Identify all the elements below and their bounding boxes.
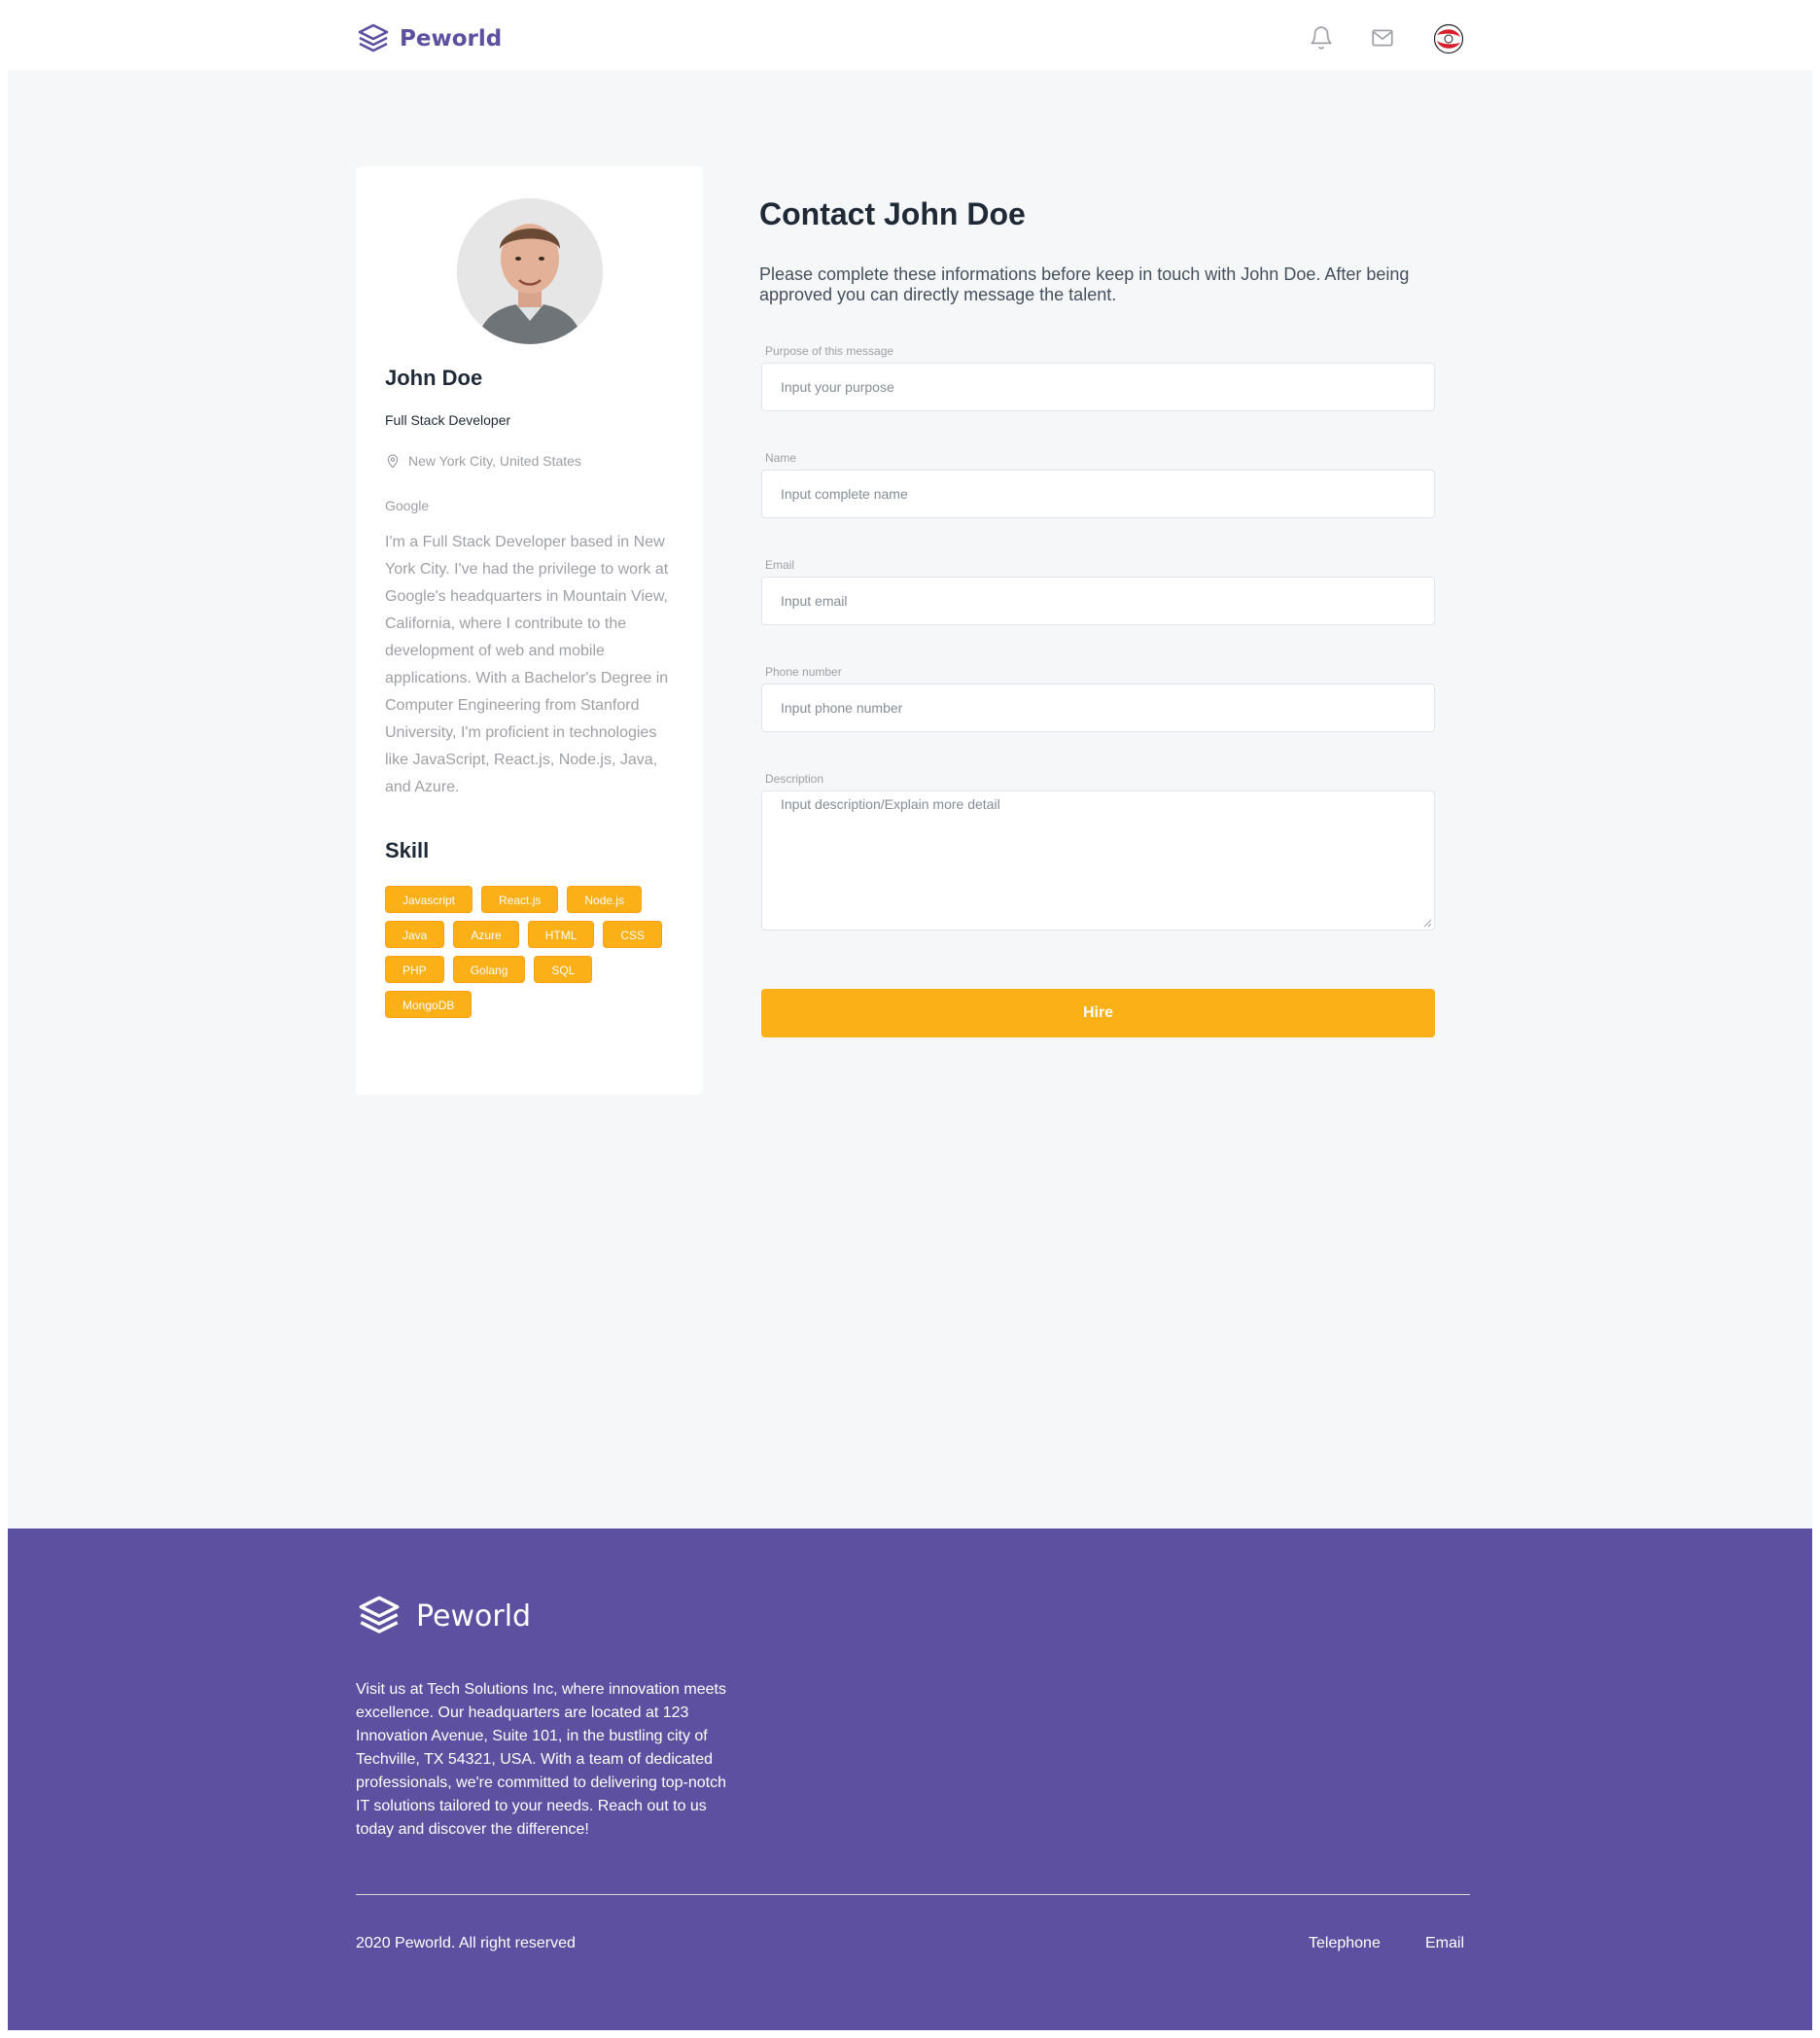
skill-badge: Azure xyxy=(453,921,519,948)
page: Peworld John Doe Full Stack Developer Ne… xyxy=(0,0,1820,2038)
skill-list: Javascript React.js Node.js Java Azure H… xyxy=(385,886,677,1018)
profile-location-text: New York City, United States xyxy=(408,453,581,469)
phone-input[interactable] xyxy=(761,684,1435,732)
phone-label: Phone number xyxy=(765,665,842,679)
skill-heading: Skill xyxy=(385,838,430,862)
brand-logo[interactable]: Peworld xyxy=(356,21,502,56)
skill-badge: CSS xyxy=(603,921,663,948)
profile-location: New York City, United States xyxy=(385,453,581,469)
email-input[interactable] xyxy=(761,577,1435,625)
layers-logo-icon xyxy=(358,23,389,53)
footer-telephone-link[interactable]: Telephone xyxy=(1309,1935,1381,1952)
user-avatar[interactable] xyxy=(1433,23,1464,54)
skill-badge: MongoDB xyxy=(385,991,472,1018)
skill-badge: PHP xyxy=(385,956,444,983)
resize-grip-icon[interactable] xyxy=(1423,919,1432,928)
skill-badge: SQL xyxy=(534,956,593,983)
mail-icon[interactable] xyxy=(1370,25,1395,51)
description-label: Description xyxy=(765,772,824,786)
brand-name: Peworld xyxy=(400,26,503,52)
profile-company: Google xyxy=(385,498,430,513)
skill-badge: HTML xyxy=(527,921,595,948)
footer-brand-logo[interactable]: Peworld xyxy=(356,1593,531,1639)
contact-title: Contact John Doe xyxy=(759,196,1026,231)
footer-divider xyxy=(356,1894,1470,1895)
email-label: Email xyxy=(765,558,795,572)
hire-button[interactable]: Hire xyxy=(761,989,1435,1037)
footer-email-link[interactable]: Email xyxy=(1425,1935,1464,1952)
purpose-label: Purpose of this message xyxy=(765,344,894,358)
profile-name: John Doe xyxy=(385,366,483,390)
layers-logo-icon xyxy=(359,1596,400,1634)
skill-badge: Java xyxy=(385,921,445,948)
map-pin-icon xyxy=(387,454,399,469)
skill-badge: Golang xyxy=(452,956,526,983)
description-textarea[interactable] xyxy=(761,791,1435,931)
profile-job-title: Full Stack Developer xyxy=(385,412,511,428)
skill-badge: React.js xyxy=(481,886,559,913)
purpose-input[interactable] xyxy=(761,363,1435,411)
footer-copyright: 2020 Peworld. All right reserved xyxy=(356,1935,576,1951)
bell-icon[interactable] xyxy=(1309,25,1334,51)
contact-description: Please complete these informations befor… xyxy=(759,264,1410,304)
footer xyxy=(8,1528,1812,2030)
user-avatar-icon xyxy=(1433,23,1464,54)
profile-bio: I'm a Full Stack Developer based in New … xyxy=(385,534,669,795)
skill-badge: Javascript xyxy=(385,886,473,913)
footer-about-text: Visit us at Tech Solutions Inc, where in… xyxy=(356,1681,727,1838)
top-navbar: Peworld xyxy=(0,0,1820,70)
skill-badge: Node.js xyxy=(567,886,643,913)
name-label: Name xyxy=(765,451,797,465)
name-input[interactable] xyxy=(761,470,1435,518)
footer-brand-name: Peworld xyxy=(416,1599,532,1634)
profile-photo xyxy=(457,198,603,344)
